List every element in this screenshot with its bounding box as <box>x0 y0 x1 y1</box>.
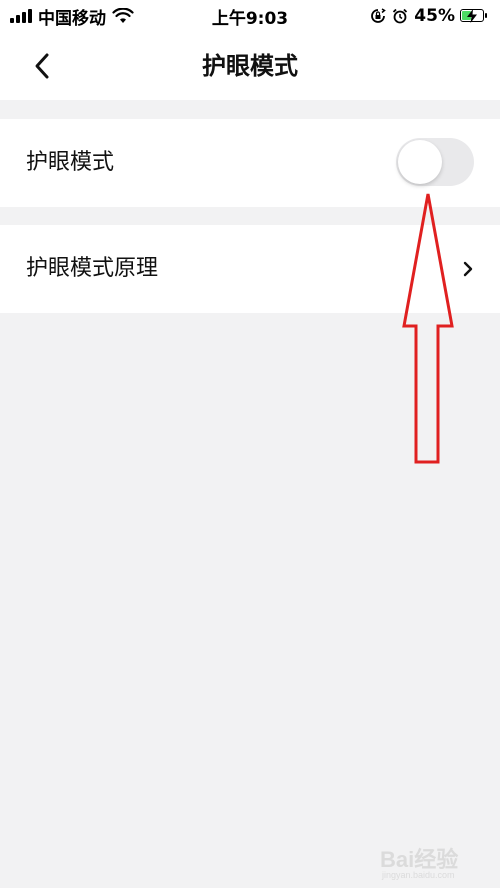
page-title: 护眼模式 <box>202 52 298 80</box>
status-right: 45% <box>370 0 490 32</box>
battery-percent: 45% <box>414 6 455 26</box>
status-bar: 中国移动 上午9:03 45% <box>0 0 500 32</box>
chevron-left-icon <box>35 53 49 79</box>
rotation-lock-icon <box>371 8 387 23</box>
eye-mode-toggle[interactable] <box>396 138 474 186</box>
baidu-jingyan-watermark: Bai经验 jingyan.baidu.com <box>380 832 490 882</box>
signal-icon <box>10 9 32 23</box>
toggle-knob <box>398 140 442 184</box>
watermark-text: Bai经验 <box>380 847 459 872</box>
eye-mode-principle-row[interactable]: 护眼模式原理 <box>0 225 500 313</box>
carrier-name: 中国移动 <box>38 8 106 29</box>
back-button[interactable] <box>24 48 60 84</box>
battery-icon <box>460 8 490 24</box>
status-left: 中国移动 <box>10 0 134 32</box>
eye-mode-principle-label: 护眼模式原理 <box>26 256 159 281</box>
eye-mode-label: 护眼模式 <box>26 150 115 175</box>
watermark-subtext: jingyan.baidu.com <box>382 870 455 880</box>
alarm-icon <box>393 8 408 24</box>
eye-mode-row: 护眼模式 <box>0 119 500 207</box>
chevron-right-icon <box>463 261 473 277</box>
wifi-icon <box>112 8 134 23</box>
nav-bar: 护眼模式 <box>0 32 500 100</box>
status-time: 上午9:03 <box>211 8 289 29</box>
